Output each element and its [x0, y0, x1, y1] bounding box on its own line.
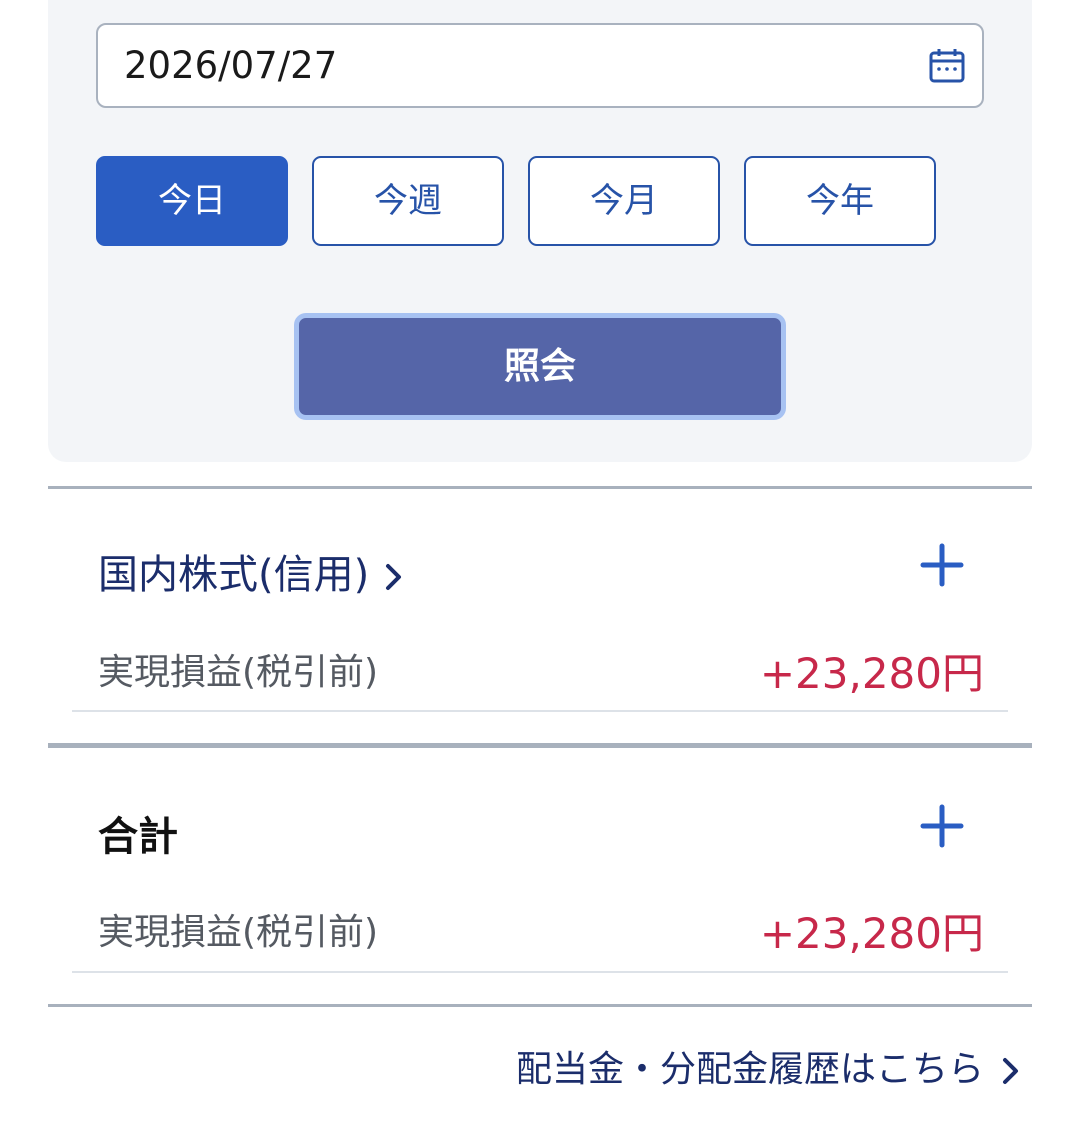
divider	[48, 486, 1032, 489]
period-week-button[interactable]: 今週	[312, 156, 504, 246]
section-title-label: 国内株式(信用)	[98, 552, 370, 598]
section-title-domestic-margin[interactable]: 国内株式(信用)	[98, 542, 405, 600]
dividend-history-link[interactable]: 配当金・分配金履歴はこちら	[516, 1040, 1022, 1092]
query-button[interactable]: 照会	[294, 313, 786, 420]
period-year-button[interactable]: 今年	[744, 156, 936, 246]
plus-icon[interactable]	[920, 804, 964, 848]
total-realized-pl-label: 実現損益(税引前)	[98, 912, 379, 953]
date-input[interactable]: 2026/07/27	[96, 23, 984, 108]
calendar-icon[interactable]	[928, 47, 966, 85]
realized-pl-label: 実現損益(税引前)	[98, 652, 379, 693]
plus-icon[interactable]	[920, 543, 964, 587]
dividend-history-label: 配当金・分配金履歴はこちら	[515, 1049, 984, 1090]
realized-pl-value: +23,280円	[759, 649, 984, 698]
divider	[48, 743, 1032, 748]
row-divider	[72, 971, 1008, 973]
row-divider	[72, 710, 1008, 712]
divider	[48, 1004, 1032, 1007]
period-today-button[interactable]: 今日	[96, 156, 288, 246]
total-realized-pl-value: +23,280円	[759, 909, 984, 958]
date-value: 2026/07/27	[124, 44, 338, 87]
period-month-button[interactable]: 今月	[528, 156, 720, 246]
chevron-right-icon	[1003, 1058, 1018, 1084]
section-title-total: 合計	[98, 814, 178, 860]
chevron-right-icon	[386, 564, 402, 590]
